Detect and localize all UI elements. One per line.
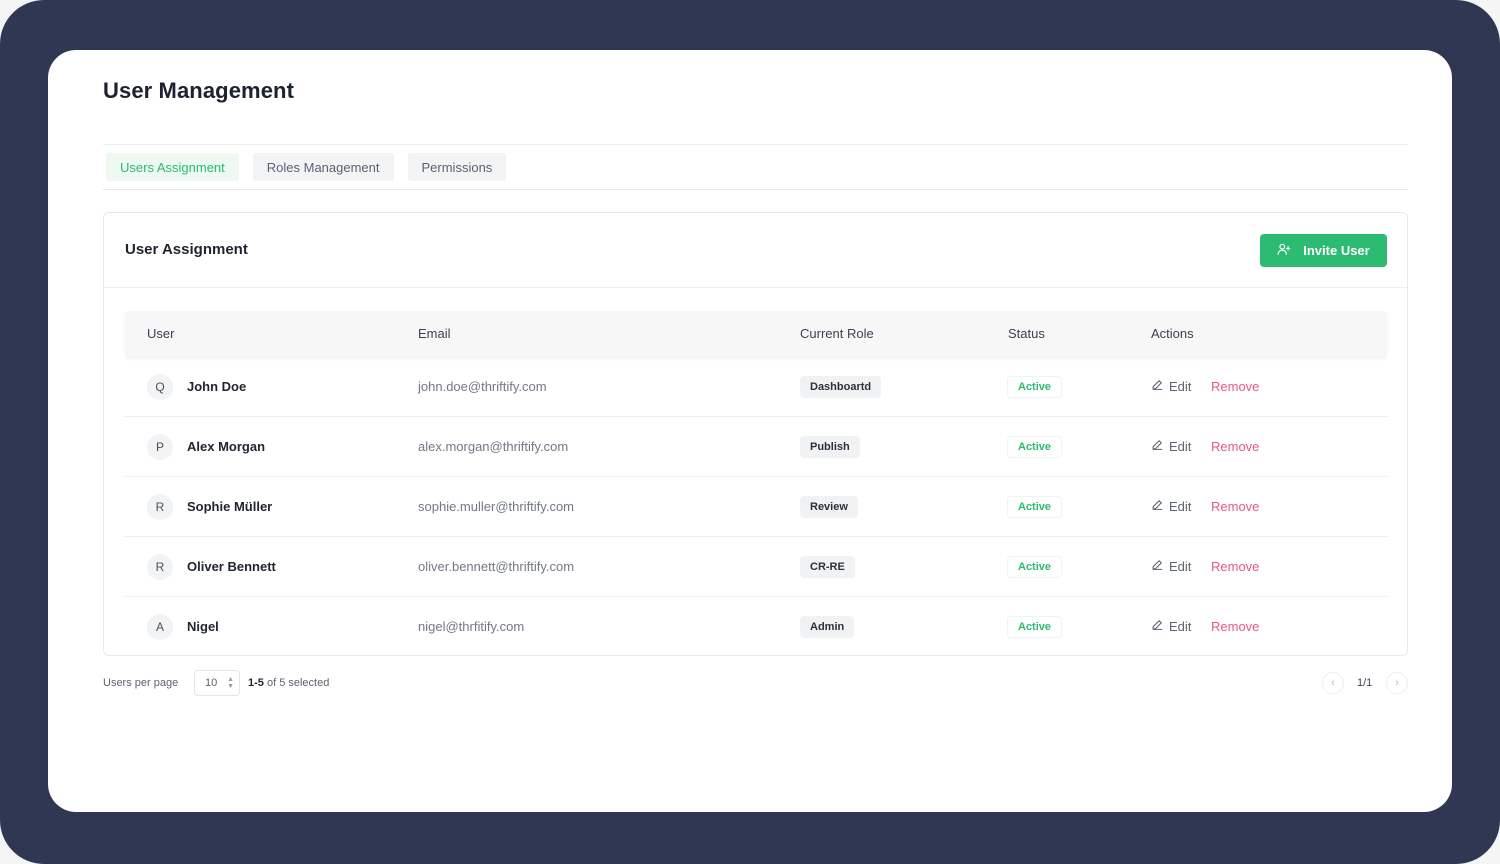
status-badge: Active — [1007, 376, 1063, 398]
edit-button[interactable]: Edit — [1151, 558, 1191, 574]
status-badge: Active — [1007, 496, 1063, 518]
avatar: Q — [147, 374, 173, 400]
table-row: A Nigel nigel@thrfitify.com Admin Active… — [125, 597, 1387, 657]
avatar: P — [147, 434, 173, 460]
divider — [103, 144, 1408, 145]
remove-button[interactable]: Remove — [1211, 379, 1259, 394]
page-indicator: 1/1 — [1357, 677, 1373, 689]
tab-bar: Users Assignment Roles Management Permis… — [106, 153, 507, 181]
select-arrows-icon: ▲ ▼ — [227, 676, 234, 690]
user-name: John Doe — [187, 379, 247, 394]
per-page-label: Users per page — [103, 677, 179, 689]
chevron-left-icon: ‹ — [1331, 677, 1335, 689]
pencil-icon — [1151, 498, 1164, 514]
edit-label: Edit — [1169, 498, 1192, 514]
edit-button[interactable]: Edit — [1151, 438, 1191, 454]
column-header-user: User — [147, 326, 175, 341]
avatar: A — [147, 614, 173, 640]
tab-roles-management[interactable]: Roles Management — [252, 153, 394, 181]
edit-button[interactable]: Edit — [1151, 498, 1191, 514]
table-row: P Alex Morgan alex.morgan@thriftify.com … — [125, 417, 1387, 477]
edit-button[interactable]: Edit — [1151, 378, 1191, 394]
window-frame: User Management Users Assignment Roles M… — [0, 0, 1500, 864]
remove-button[interactable]: Remove — [1211, 439, 1259, 454]
user-name: Nigel — [187, 619, 219, 634]
status-badge: Active — [1007, 436, 1063, 458]
remove-button[interactable]: Remove — [1211, 559, 1259, 574]
range-text: of 5 selected — [263, 677, 330, 689]
table-row: R Sophie Müller sophie.muller@thriftify.… — [125, 477, 1387, 537]
invite-user-label: Invite User — [1303, 243, 1370, 258]
role-badge: Publish — [800, 436, 860, 458]
column-header-role: Current Role — [800, 326, 874, 341]
page-title: User Management — [103, 78, 295, 103]
prev-page-button[interactable]: ‹ — [1322, 672, 1344, 694]
per-page-value: 10 — [205, 677, 218, 689]
card-title: User Assignment — [125, 241, 248, 258]
user-email: alex.morgan@thriftify.com — [418, 439, 569, 454]
status-badge: Active — [1007, 556, 1063, 578]
role-badge: Review — [800, 496, 858, 518]
user-email: oliver.bennett@thriftify.com — [418, 559, 575, 574]
per-page-select[interactable]: 10 ▲ ▼ — [194, 670, 240, 696]
table-header: User Email Current Role Status Actions — [125, 311, 1387, 357]
edit-label: Edit — [1169, 618, 1192, 634]
edit-label: Edit — [1169, 438, 1192, 454]
pencil-icon — [1151, 558, 1164, 574]
user-name: Sophie Müller — [187, 499, 273, 514]
role-badge: Admin — [800, 616, 855, 638]
divider — [103, 189, 1408, 190]
pencil-icon — [1151, 618, 1164, 634]
table-row: R Oliver Bennett oliver.bennett@thriftif… — [125, 537, 1387, 597]
role-badge: Dashboartd — [800, 376, 882, 398]
invite-user-button[interactable]: Invite User — [1260, 234, 1387, 267]
selection-range: 1-5 of 5 selected — [248, 677, 329, 689]
table-row: Q John Doe john.doe@thriftify.com Dashbo… — [125, 357, 1387, 417]
main-panel: User Management Users Assignment Roles M… — [48, 50, 1452, 812]
avatar: R — [147, 494, 173, 520]
column-header-actions: Actions — [1151, 326, 1194, 341]
range-count: 1-5 — [248, 677, 264, 689]
pencil-icon — [1151, 438, 1164, 454]
user-plus-icon — [1277, 242, 1291, 259]
user-email: nigel@thrfitify.com — [418, 619, 525, 634]
avatar: R — [147, 554, 173, 580]
chevron-right-icon: › — [1395, 677, 1399, 689]
column-header-status: Status — [1008, 326, 1045, 341]
tab-permissions[interactable]: Permissions — [407, 153, 507, 181]
user-email: sophie.muller@thriftify.com — [418, 499, 574, 514]
remove-button[interactable]: Remove — [1211, 619, 1259, 634]
next-page-button[interactable]: › — [1386, 672, 1408, 694]
edit-label: Edit — [1169, 378, 1192, 394]
remove-button[interactable]: Remove — [1211, 499, 1259, 514]
edit-label: Edit — [1169, 558, 1192, 574]
status-badge: Active — [1007, 616, 1063, 638]
divider — [104, 287, 1407, 288]
column-header-email: Email — [418, 326, 451, 341]
pencil-icon — [1151, 378, 1164, 394]
user-assignment-card: User Assignment Invite User User Email C… — [103, 212, 1408, 656]
user-name: Alex Morgan — [187, 439, 266, 454]
role-badge: CR-RE — [800, 556, 855, 578]
edit-button[interactable]: Edit — [1151, 618, 1191, 634]
user-name: Oliver Bennett — [187, 559, 276, 574]
tab-users-assignment[interactable]: Users Assignment — [106, 153, 239, 181]
user-email: john.doe@thriftify.com — [418, 379, 547, 394]
